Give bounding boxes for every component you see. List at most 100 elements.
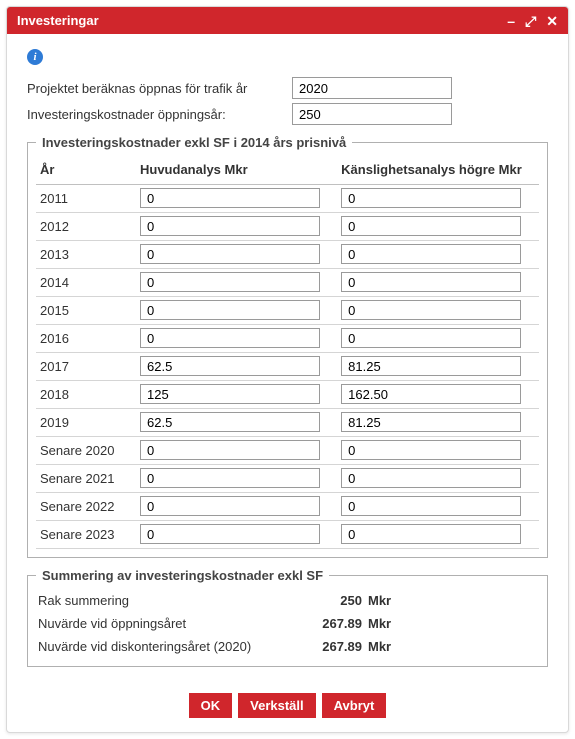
titlebar: Investeringar – ⤢ ✕	[7, 7, 568, 34]
year-cell: 2013	[36, 240, 136, 268]
form-row-cost: Investeringskostnader öppningsår:	[27, 103, 548, 125]
sens-input[interactable]	[341, 244, 521, 264]
summary-label: Nuvärde vid diskonteringsåret (2020)	[38, 639, 308, 654]
sens-input[interactable]	[341, 440, 521, 460]
year-cell: 2019	[36, 408, 136, 436]
maximize-icon[interactable]: ⤢	[525, 14, 536, 28]
sens-input[interactable]	[341, 496, 521, 516]
sens-cell	[337, 408, 539, 436]
main-input[interactable]	[140, 384, 320, 404]
year-cell: 2015	[36, 296, 136, 324]
sens-cell	[337, 352, 539, 380]
summary-row: Nuvärde vid öppningsåret267.89Mkr	[36, 612, 539, 635]
sens-cell	[337, 464, 539, 492]
main-input[interactable]	[140, 440, 320, 460]
summary-row: Rak summering250Mkr	[36, 589, 539, 612]
summary-unit: Mkr	[368, 616, 391, 631]
main-input[interactable]	[140, 468, 320, 488]
main-input[interactable]	[140, 244, 320, 264]
summary-unit: Mkr	[368, 593, 391, 608]
sens-input[interactable]	[341, 524, 521, 544]
sens-input[interactable]	[341, 188, 521, 208]
year-cell: Senare 2023	[36, 520, 136, 548]
costs-table: År Huvudanalys Mkr Känslighetsanalys hög…	[36, 156, 539, 549]
year-cell: 2014	[36, 268, 136, 296]
main-cell	[136, 520, 337, 548]
main-input[interactable]	[140, 272, 320, 292]
dialog-content: i Projektet beräknas öppnas för trafik å…	[7, 34, 568, 683]
sens-input[interactable]	[341, 356, 521, 376]
summary-value: 267.89	[308, 639, 368, 654]
main-input[interactable]	[140, 356, 320, 376]
sens-cell	[337, 436, 539, 464]
main-input[interactable]	[140, 328, 320, 348]
main-input[interactable]	[140, 188, 320, 208]
costs-fieldset: Investeringskostnader exkl SF i 2014 års…	[27, 135, 548, 558]
summary-legend: Summering av investeringskostnader exkl …	[36, 568, 329, 583]
table-row: 2019	[36, 408, 539, 436]
table-row: 2011	[36, 184, 539, 212]
sens-input[interactable]	[341, 412, 521, 432]
main-cell	[136, 296, 337, 324]
year-cell: Senare 2021	[36, 464, 136, 492]
main-cell	[136, 380, 337, 408]
minimize-icon[interactable]: –	[507, 14, 515, 28]
open-year-input[interactable]	[292, 77, 452, 99]
main-cell	[136, 408, 337, 436]
table-row: 2012	[36, 212, 539, 240]
main-cell	[136, 212, 337, 240]
table-row: 2016	[36, 324, 539, 352]
summary-unit: Mkr	[368, 639, 391, 654]
col-main: Huvudanalys Mkr	[136, 156, 337, 184]
main-cell	[136, 184, 337, 212]
summary-label: Rak summering	[38, 593, 308, 608]
table-row: Senare 2021	[36, 464, 539, 492]
col-year: År	[36, 156, 136, 184]
summary-value: 250	[308, 593, 368, 608]
year-cell: 2012	[36, 212, 136, 240]
main-cell	[136, 352, 337, 380]
table-row: Senare 2023	[36, 520, 539, 548]
cancel-button[interactable]: Avbryt	[322, 693, 387, 718]
main-input[interactable]	[140, 216, 320, 236]
main-input[interactable]	[140, 300, 320, 320]
info-icon[interactable]: i	[27, 49, 43, 65]
table-row: Senare 2020	[36, 436, 539, 464]
sens-cell	[337, 268, 539, 296]
year-cell: 2017	[36, 352, 136, 380]
dialog-window: Investeringar – ⤢ ✕ i Projektet beräknas…	[6, 6, 569, 733]
sens-input[interactable]	[341, 384, 521, 404]
main-cell	[136, 324, 337, 352]
sens-input[interactable]	[341, 468, 521, 488]
sens-cell	[337, 240, 539, 268]
main-cell	[136, 464, 337, 492]
sens-input[interactable]	[341, 216, 521, 236]
sens-cell	[337, 520, 539, 548]
sens-input[interactable]	[341, 300, 521, 320]
close-icon[interactable]: ✕	[546, 14, 558, 28]
table-row: 2014	[36, 268, 539, 296]
table-row: 2015	[36, 296, 539, 324]
sens-input[interactable]	[341, 272, 521, 292]
sens-cell	[337, 296, 539, 324]
main-cell	[136, 240, 337, 268]
sens-cell	[337, 184, 539, 212]
year-cell: 2018	[36, 380, 136, 408]
summary-value: 267.89	[308, 616, 368, 631]
main-input[interactable]	[140, 496, 320, 516]
year-cell: 2011	[36, 184, 136, 212]
main-input[interactable]	[140, 412, 320, 432]
sens-input[interactable]	[341, 328, 521, 348]
main-cell	[136, 268, 337, 296]
cost-label: Investeringskostnader öppningsår:	[27, 107, 292, 122]
apply-button[interactable]: Verkställ	[238, 693, 316, 718]
button-bar: OK Verkställ Avbryt	[7, 683, 568, 732]
table-row: 2018	[36, 380, 539, 408]
summary-row: Nuvärde vid diskonteringsåret (2020)267.…	[36, 635, 539, 658]
year-cell: 2016	[36, 324, 136, 352]
main-input[interactable]	[140, 524, 320, 544]
form-row-open-year: Projektet beräknas öppnas för trafik år	[27, 77, 548, 99]
year-cell: Senare 2022	[36, 492, 136, 520]
ok-button[interactable]: OK	[189, 693, 233, 718]
cost-input[interactable]	[292, 103, 452, 125]
